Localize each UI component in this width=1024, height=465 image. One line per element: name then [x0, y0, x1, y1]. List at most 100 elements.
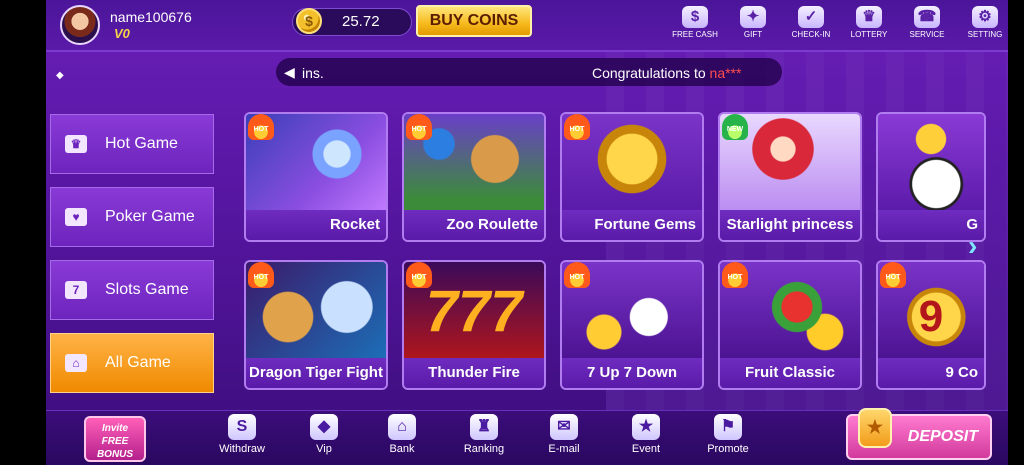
service-label: SERVICE	[909, 30, 945, 39]
nav-promote[interactable]: ⚑ Promote	[696, 414, 760, 455]
category-poker-game[interactable]: ♥ Poker Game	[50, 187, 214, 247]
game-lobby: name100676 V0 $ 25.72 BUY COINS $ FREE C…	[46, 0, 1008, 465]
game-name: 9 Co	[878, 358, 984, 388]
city-background	[606, 40, 1008, 460]
nav-label: Ranking	[463, 443, 505, 455]
lottery-button[interactable]: ♛ LOTTERY	[840, 6, 898, 39]
crown-icon: ♛	[65, 135, 87, 153]
setting-button[interactable]: ⚙ SETTING	[956, 6, 1008, 39]
username: name100676	[110, 9, 192, 25]
nav-label: Promote	[707, 443, 749, 455]
top-bar: name100676 V0 $ 25.72 BUY COINS $ FREE C…	[46, 0, 1008, 52]
invite-bonus-button[interactable]: Invite FREE BONUS	[84, 416, 146, 462]
nav-label: Bank	[389, 443, 415, 455]
shopping-bag-icon: ★	[858, 408, 892, 448]
avatar[interactable]	[60, 5, 100, 45]
game-name: Fruit Classic	[720, 358, 860, 388]
speaker-icon: ◀	[284, 64, 295, 80]
check-in-label: CHECK-IN	[791, 30, 831, 39]
hot-badge: HOT	[880, 262, 906, 288]
soccer-crown-art	[878, 114, 984, 214]
category-hot-game[interactable]: ♛ Hot Game	[50, 114, 214, 174]
game-card-rocket[interactable]: Rocket HOT	[244, 112, 388, 242]
gift-button[interactable]: ✦ GIFT	[724, 6, 782, 39]
nav-label: E-mail	[548, 443, 580, 455]
buy-coins-button[interactable]: BUY COINS	[416, 5, 532, 37]
marquee-text-left: ins.	[302, 65, 324, 81]
nav-event[interactable]: ★ Event	[614, 414, 678, 455]
hot-badge: HOT	[248, 114, 274, 140]
hot-badge: HOT	[406, 262, 432, 288]
category-slots-game[interactable]: 7 Slots Game	[50, 260, 214, 320]
category-label: Poker Game	[105, 208, 195, 225]
game-name: Starlight princess	[720, 210, 860, 240]
vip-icon: ◆	[310, 414, 338, 440]
marquee-winner-name: na***	[709, 65, 742, 81]
setting-label: SETTING	[967, 30, 1003, 39]
free-cash-label: FREE CASH	[672, 30, 718, 39]
game-name: Rocket	[246, 210, 386, 240]
service-icon: ☎	[914, 6, 940, 28]
bonus-label: BONUS	[96, 449, 134, 460]
nav-ranking[interactable]: ♜ Ranking	[452, 414, 516, 455]
game-card-7-up-7-down[interactable]: 7 Up 7 Down HOT	[560, 260, 704, 390]
game-name: Dragon Tiger Fight	[246, 358, 386, 388]
game-card-zoo-roulette[interactable]: Zoo Roulette HOT	[402, 112, 546, 242]
withdraw-icon: S	[228, 414, 256, 440]
nav-label: Vip	[316, 443, 332, 455]
free-cash-button[interactable]: $ FREE CASH	[666, 6, 724, 39]
ranking-icon: ♜	[470, 414, 498, 440]
game-name: Thunder Fire	[404, 358, 544, 388]
game-card-fortune-gems[interactable]: Fortune Gems HOT	[560, 112, 704, 242]
slots-icon: 7	[65, 281, 87, 299]
game-card-partial[interactable]: G	[876, 112, 986, 242]
poker-icon: ♥	[65, 208, 87, 226]
nav-label: Withdraw	[219, 443, 265, 455]
nav-withdraw[interactable]: S Withdraw	[210, 414, 274, 455]
game-card-dragon-tiger-fight[interactable]: Dragon Tiger Fight HOT	[244, 260, 388, 390]
bank-icon: ⌂	[388, 414, 416, 440]
game-card-9-coins[interactable]: 9 9 Co HOT	[876, 260, 986, 390]
balance-value: 25.72	[342, 13, 380, 30]
category-label: Slots Game	[105, 281, 189, 298]
game-card-starlight-princess[interactable]: Starlight princess NEW	[718, 112, 862, 242]
free-cash-icon: $	[682, 6, 708, 28]
deposit-label: DEPOSIT	[907, 428, 978, 445]
home-icon: ⌂	[65, 354, 87, 372]
category-label: Hot Game	[105, 135, 178, 152]
lottery-label: LOTTERY	[850, 30, 888, 39]
game-name: 7 Up 7 Down	[562, 358, 702, 388]
top-icons: $ FREE CASH ✦ GIFT ✓ CHECK-IN ♛ LOTTERY …	[666, 6, 1008, 39]
nav-label: Event	[631, 443, 661, 455]
invite-label: Invite	[101, 423, 129, 434]
hot-badge: HOT	[564, 114, 590, 140]
lottery-icon: ♛	[856, 6, 882, 28]
gift-icon: ✦	[740, 6, 766, 28]
category-all-game[interactable]: ⌂ All Game	[50, 333, 214, 393]
check-in-button[interactable]: ✓ CHECK-IN	[782, 6, 840, 39]
free-label: FREE	[101, 436, 129, 447]
email-icon: ✉	[550, 414, 578, 440]
hot-badge: HOT	[248, 262, 274, 288]
hot-badge: HOT	[564, 262, 590, 288]
marquee-text-right: Congratulations to na***	[592, 65, 741, 81]
coin-icon: $	[296, 8, 322, 34]
decoration-icon: ◆	[56, 70, 64, 81]
setting-icon: ⚙	[972, 6, 998, 28]
game-card-thunder-fire[interactable]: 777 Thunder Fire HOT	[402, 260, 546, 390]
hot-badge: HOT	[722, 262, 748, 288]
vip-level: V0	[114, 26, 130, 41]
nav-email[interactable]: ✉ E-mail	[532, 414, 596, 455]
nav-bank[interactable]: ⌂ Bank	[370, 414, 434, 455]
check-in-icon: ✓	[798, 6, 824, 28]
chevron-right-icon[interactable]: ›	[968, 230, 977, 262]
deposit-button[interactable]: ★ DEPOSIT	[846, 408, 992, 460]
promote-icon: ⚑	[714, 414, 742, 440]
service-button[interactable]: ☎ SERVICE	[898, 6, 956, 39]
nav-vip[interactable]: ◆ Vip	[292, 414, 356, 455]
marquee-prefix: Congratulations to	[592, 65, 710, 81]
game-card-fruit-classic[interactable]: Fruit Classic HOT	[718, 260, 862, 390]
hot-badge: HOT	[406, 114, 432, 140]
event-icon: ★	[632, 414, 660, 440]
game-name: Zoo Roulette	[404, 210, 544, 240]
